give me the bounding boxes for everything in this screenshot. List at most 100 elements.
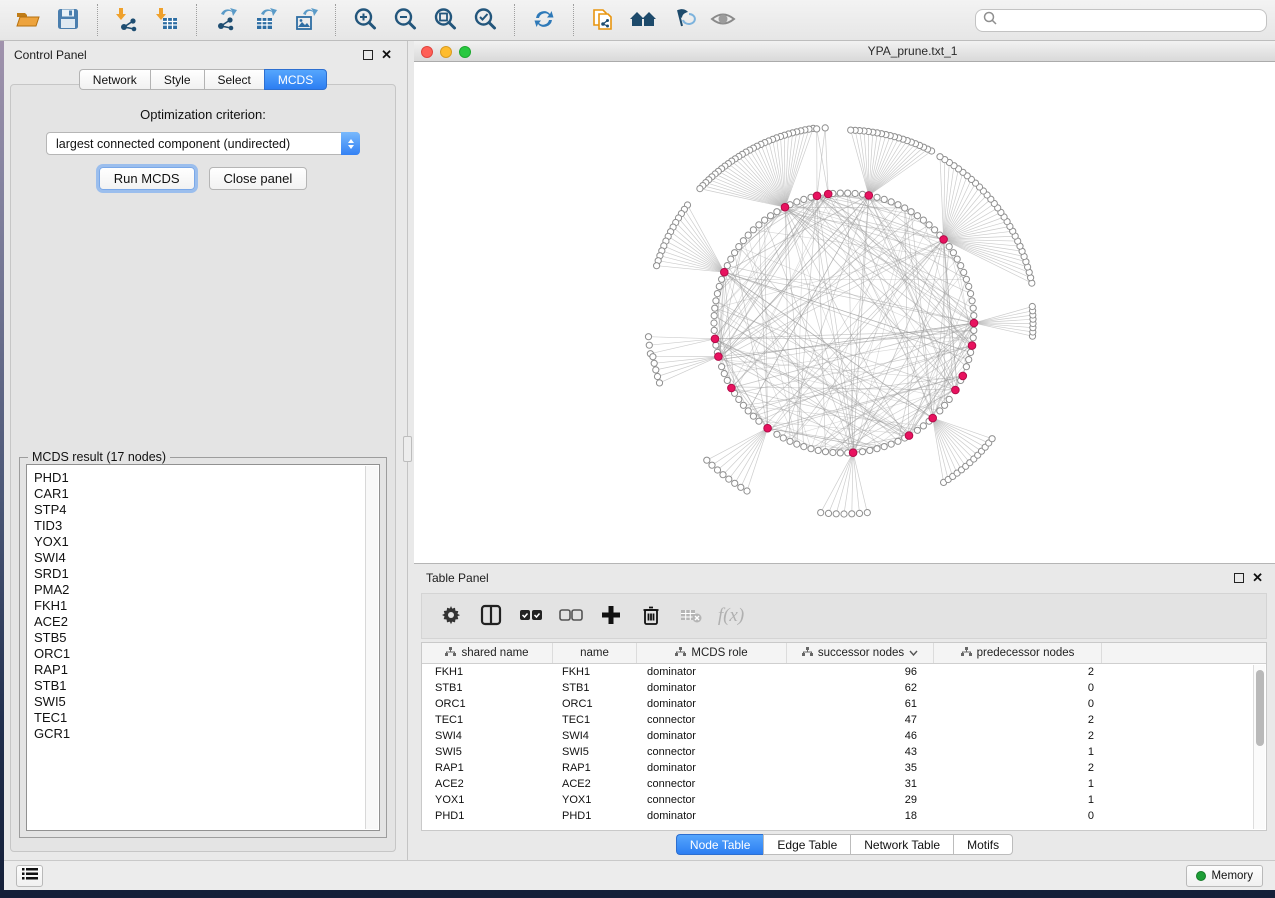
network-node[interactable] [942, 402, 948, 408]
network-node[interactable] [736, 396, 742, 402]
network-node[interactable] [656, 380, 662, 386]
network-node[interactable] [704, 457, 710, 463]
network-node[interactable] [950, 250, 956, 256]
network-node[interactable] [937, 154, 943, 160]
network-hub-node[interactable] [968, 342, 976, 350]
network-node[interactable] [895, 202, 901, 208]
network-node[interactable] [768, 213, 774, 219]
table-row[interactable]: STB1STB1dominator620 [422, 680, 1266, 696]
network-node[interactable] [750, 413, 756, 419]
mcds-result-item[interactable]: GCR1 [34, 726, 379, 742]
network-node[interactable] [895, 438, 901, 444]
table-row[interactable]: RAP1RAP1dominator352 [422, 760, 1266, 776]
add-column-button[interactable] [598, 603, 624, 629]
houses-button[interactable] [628, 5, 658, 35]
table-settings-button[interactable] [438, 603, 464, 629]
zoom-fit-button[interactable] [430, 5, 460, 35]
column-header-MCDS-role[interactable]: MCDS role [637, 643, 787, 663]
network-node[interactable] [801, 196, 807, 202]
network-node[interactable] [971, 313, 977, 319]
network-node[interactable] [774, 209, 780, 215]
mcds-result-item[interactable]: STB5 [34, 630, 379, 646]
open-session-button[interactable] [13, 5, 43, 35]
network-node[interactable] [914, 213, 920, 219]
network-node[interactable] [814, 126, 820, 132]
network-node[interactable] [849, 511, 855, 517]
network-node[interactable] [654, 263, 660, 269]
close-table-panel-icon[interactable]: ✕ [1252, 573, 1263, 583]
network-hub-node[interactable] [728, 384, 736, 392]
network-node[interactable] [756, 418, 762, 424]
network-node[interactable] [822, 125, 828, 131]
network-node[interactable] [954, 256, 960, 262]
table-row[interactable]: SWI4SWI4dominator462 [422, 728, 1266, 744]
column-header-shared-name[interactable]: shared name [422, 643, 553, 663]
network-node[interactable] [856, 510, 862, 516]
network-node[interactable] [740, 402, 746, 408]
run-mcds-button[interactable]: Run MCDS [99, 167, 195, 190]
network-window-titlebar[interactable]: YPA_prune.txt_1 [414, 41, 1275, 62]
network-node[interactable] [874, 446, 880, 452]
mcds-result-item[interactable]: RAP1 [34, 662, 379, 678]
network-node[interactable] [745, 408, 751, 414]
network-node[interactable] [837, 450, 843, 456]
network-node[interactable] [645, 334, 651, 340]
network-node[interactable] [744, 488, 750, 494]
zoom-in-button[interactable] [350, 5, 380, 35]
import-table-button[interactable] [152, 5, 182, 35]
task-history-button[interactable] [16, 865, 43, 887]
tab-motifs[interactable]: Motifs [953, 834, 1013, 855]
optimization-criterion-dropdown[interactable]: largest connected component (undirected) [46, 132, 360, 155]
network-hub-node[interactable] [824, 190, 832, 198]
network-node[interactable] [969, 298, 975, 304]
network-node[interactable] [1029, 303, 1035, 309]
network-node[interactable] [732, 480, 738, 486]
tab-style[interactable]: Style [150, 69, 204, 90]
column-layout-button[interactable] [478, 603, 504, 629]
close-panel-button[interactable]: Close panel [209, 167, 308, 190]
network-node[interactable] [926, 222, 932, 228]
network-hub-node[interactable] [764, 424, 772, 432]
close-panel-icon[interactable]: ✕ [381, 50, 392, 60]
network-node[interactable] [724, 263, 730, 269]
network-node[interactable] [946, 396, 952, 402]
network-node[interactable] [745, 232, 751, 238]
mcds-list-scrollbar[interactable] [365, 466, 378, 829]
network-node[interactable] [720, 472, 726, 478]
network-node[interactable] [971, 327, 977, 333]
network-node[interactable] [713, 298, 719, 304]
network-node[interactable] [736, 244, 742, 250]
network-node[interactable] [970, 335, 976, 341]
close-window-icon[interactable] [421, 46, 433, 58]
function-builder-button[interactable]: f(x) [718, 603, 744, 629]
export-image-button[interactable] [291, 5, 321, 35]
network-node[interactable] [732, 250, 738, 256]
network-node[interactable] [874, 194, 880, 200]
delete-table-button[interactable] [678, 603, 704, 629]
delete-column-button[interactable] [638, 603, 664, 629]
network-node[interactable] [970, 305, 976, 311]
memory-button[interactable]: Memory [1186, 865, 1263, 887]
network-node[interactable] [902, 205, 908, 211]
network-node[interactable] [864, 510, 870, 516]
table-row[interactable]: YOX1YOX1connector291 [422, 792, 1266, 808]
maximize-window-icon[interactable] [459, 46, 471, 58]
network-node[interactable] [646, 342, 652, 348]
network-node[interactable] [920, 217, 926, 223]
network-hub-node[interactable] [781, 203, 789, 211]
network-node[interactable] [728, 256, 734, 262]
splitter-grip[interactable] [403, 436, 412, 462]
table-scrollbar-thumb[interactable] [1256, 670, 1264, 746]
export-network-button[interactable] [211, 5, 241, 35]
network-hub-node[interactable] [721, 268, 729, 276]
mcds-result-item[interactable]: SWI4 [34, 550, 379, 566]
mcds-result-item[interactable]: TID3 [34, 518, 379, 534]
float-table-panel-icon[interactable] [1234, 573, 1244, 583]
network-hub-node[interactable] [905, 432, 913, 440]
table-row[interactable]: SWI5SWI5connector431 [422, 744, 1266, 760]
network-node[interactable] [888, 199, 894, 205]
mcds-result-item[interactable]: CAR1 [34, 486, 379, 502]
network-hub-node[interactable] [959, 372, 967, 380]
zoom-out-button[interactable] [390, 5, 420, 35]
mcds-result-item[interactable]: TEC1 [34, 710, 379, 726]
